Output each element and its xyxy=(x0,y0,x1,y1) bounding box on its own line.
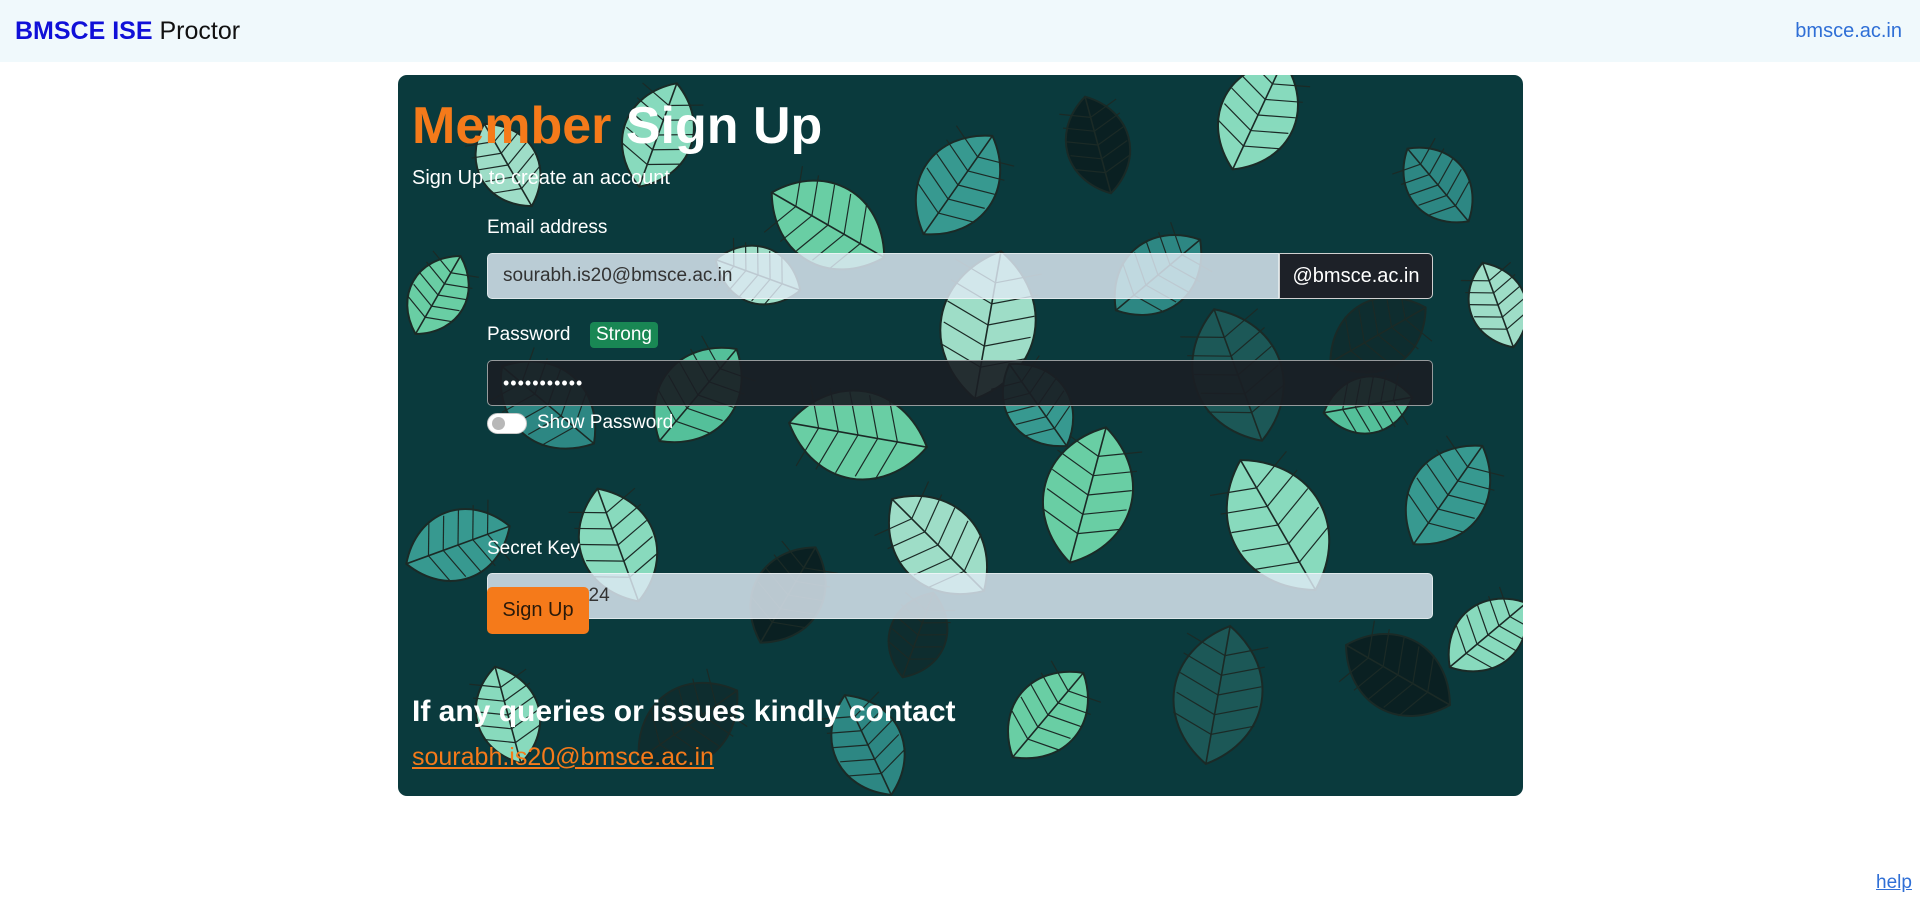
signup-card: Member Sign Up Sign Up to create an acco… xyxy=(398,75,1523,796)
title-rest: Sign Up xyxy=(625,97,823,155)
email-domain-addon: @bmsce.ac.in xyxy=(1279,253,1433,299)
toggle-knob xyxy=(492,417,505,430)
brand-link[interactable]: BMSCE ISE Proctor xyxy=(15,17,240,46)
email-label: Email address xyxy=(487,217,608,238)
password-input[interactable]: ••••••••••• xyxy=(487,360,1433,406)
navbar: BMSCE ISE Proctor bmsce.ac.in xyxy=(0,0,1920,62)
page-title: Member Sign Up xyxy=(412,95,822,157)
title-accent: Member xyxy=(412,97,612,155)
password-strength-badge: Strong xyxy=(590,322,658,348)
contact-email-link[interactable]: sourabh.is20@bmsce.ac.in xyxy=(412,743,714,772)
brand-strong: BMSCE ISE xyxy=(15,16,153,45)
help-link[interactable]: help xyxy=(1876,872,1912,894)
show-password-toggle[interactable] xyxy=(487,413,527,434)
card-content: Member Sign Up Sign Up to create an acco… xyxy=(398,75,1523,796)
secret-key-input[interactable] xyxy=(487,573,1433,619)
email-input[interactable] xyxy=(487,253,1279,299)
page-subtitle: Sign Up to create an account xyxy=(412,167,670,189)
bmsce-site-link[interactable]: bmsce.ac.in xyxy=(1795,20,1902,43)
contact-heading: If any queries or issues kindly contact xyxy=(412,695,956,728)
show-password-label[interactable]: Show Password xyxy=(537,412,673,434)
password-label: Password xyxy=(487,324,571,345)
secret-key-label: Secret Key xyxy=(487,538,580,559)
sign-up-button[interactable]: Sign Up xyxy=(487,587,589,634)
brand-rest: Proctor xyxy=(159,16,241,45)
